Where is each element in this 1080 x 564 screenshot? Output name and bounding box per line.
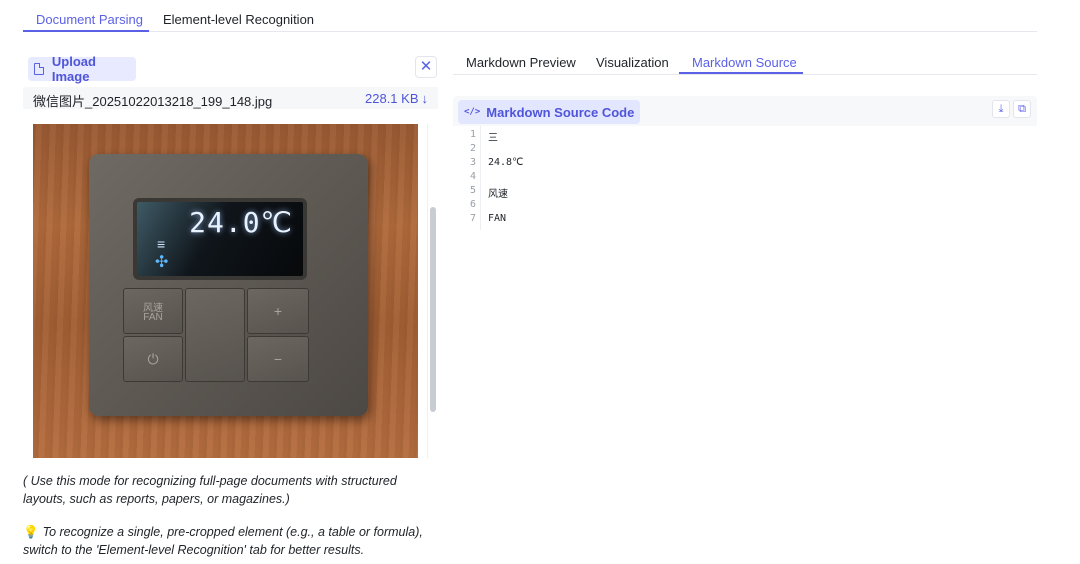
tab-markdown-preview[interactable]: Markdown Preview <box>466 55 576 70</box>
line-number: 1 <box>469 129 476 140</box>
minus-icon: − <box>273 351 283 367</box>
thermostat-panel: 24.0℃ ≡ ✣ 风速 FAN + ⏻ − <box>89 154 368 416</box>
element-hint: 💡 To recognize a single, pre-cropped elem… <box>23 523 443 559</box>
result-tabs: Markdown Preview Visualization Markdown … <box>453 50 1037 75</box>
image-scrollbar[interactable] <box>430 207 436 412</box>
file-size-label: 228.1 KB <box>365 91 419 106</box>
code-editor[interactable]: 1 2 3 4 5 6 7 三 24.8℃ 风速 FAN <box>453 126 1037 230</box>
code-line: 风速 <box>488 189 508 200</box>
markdown-source-code-label: </> Markdown Source Code <box>458 100 641 124</box>
code-icon: </> <box>464 107 481 117</box>
code-line: FAN <box>488 213 507 224</box>
file-name: 微信图片_20251022013218_199_148.jpg <box>33 94 273 109</box>
file-info-row: 微信图片_20251022013218_199_148.jpg 228.1 KB… <box>23 87 438 109</box>
file-size-download-link[interactable]: 228.1 KB ↓ <box>365 91 428 106</box>
code-label-text: Markdown Source Code <box>486 104 635 120</box>
fan-speed-key: 风速 FAN <box>123 288 183 334</box>
download-icon[interactable]: ⤓ <box>992 100 1010 118</box>
active-tab-indicator <box>23 30 149 32</box>
mode-tabs: Document Parsing Element-level Recogniti… <box>23 6 1037 32</box>
upload-image-button[interactable]: Upload Image <box>28 54 136 84</box>
clear-image-button[interactable]: ✕ <box>415 56 437 78</box>
copy-icon[interactable]: ⧉ <box>1013 100 1031 118</box>
fan-key-en-label: FAN <box>143 312 163 323</box>
line-number: 4 <box>469 171 476 182</box>
line-number: 6 <box>469 199 476 210</box>
tab-visualization[interactable]: Visualization <box>596 55 669 70</box>
active-result-tab-indicator <box>679 72 803 74</box>
code-line: 24.8℃ <box>488 157 524 168</box>
minus-key: − <box>247 336 309 382</box>
line-number: 2 <box>469 143 476 154</box>
thermostat-display: 24.0℃ ≡ ✣ <box>133 198 307 280</box>
lightbulb-icon: 💡 <box>23 525 39 539</box>
upload-image-label: Upload Image <box>51 54 96 84</box>
line-number: 5 <box>469 185 476 196</box>
tab-element-level-recognition[interactable]: Element-level Recognition <box>163 12 314 27</box>
uploaded-image-preview: 24.0℃ ≡ ✣ 风速 FAN + ⏻ − <box>33 124 418 458</box>
download-arrow-icon: ↓ <box>421 91 429 106</box>
plus-key: + <box>247 288 309 334</box>
tab-document-parsing[interactable]: Document Parsing <box>36 12 143 27</box>
fan-level-icon: ≡ <box>157 236 166 252</box>
code-line: 三 <box>488 133 498 144</box>
markdown-source-panel: </> Markdown Source Code ⤓ ⧉ 1 2 3 4 5 6… <box>453 96 1037 230</box>
fan-icon: ✣ <box>155 254 169 271</box>
center-key <box>185 288 245 382</box>
file-icon <box>34 63 44 75</box>
power-icon: ⏻ <box>147 351 159 367</box>
display-temperature: 24.0℃ <box>189 206 293 239</box>
power-key: ⏻ <box>123 336 183 382</box>
plus-icon: + <box>273 303 283 319</box>
line-number-gutter: 1 2 3 4 5 6 7 <box>453 126 481 230</box>
mode-hint-text: ( Use this mode for recognizing full-pag… <box>23 474 397 506</box>
line-number: 7 <box>469 213 476 224</box>
element-hint-text: To recognize a single, pre-cropped eleme… <box>23 525 423 557</box>
tab-markdown-source[interactable]: Markdown Source <box>692 55 797 70</box>
line-number: 3 <box>469 157 476 168</box>
